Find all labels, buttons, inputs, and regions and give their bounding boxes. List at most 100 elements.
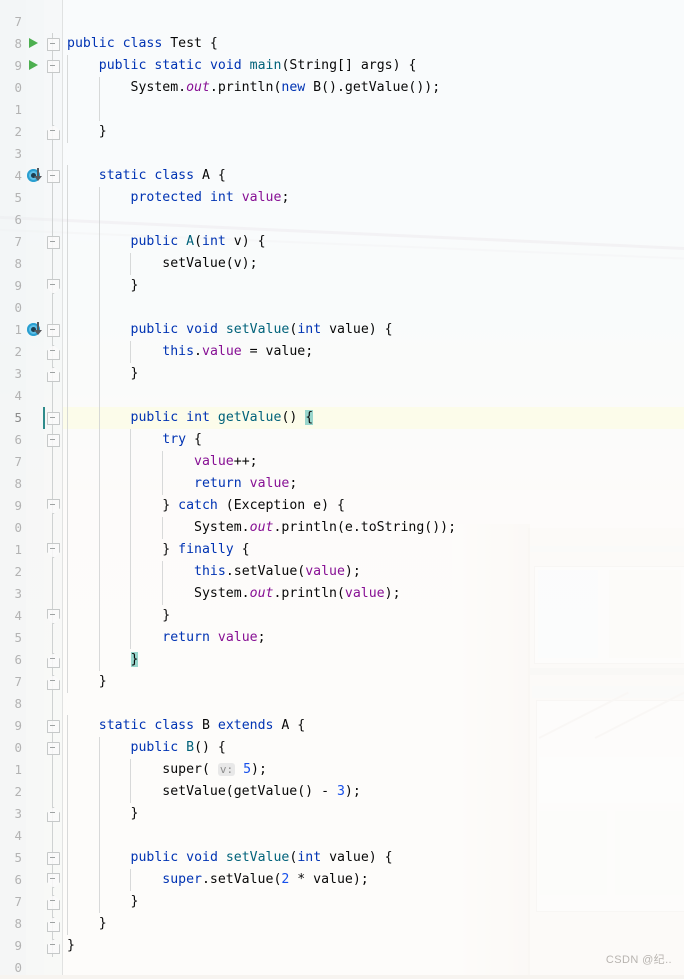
fold-gutter-row[interactable] xyxy=(44,385,62,407)
code-folding-gutter[interactable] xyxy=(43,0,63,975)
code-line[interactable]: } xyxy=(63,605,684,627)
fold-toggle-icon[interactable] xyxy=(47,917,60,932)
code-line[interactable]: } xyxy=(63,803,684,825)
fold-toggle-icon[interactable] xyxy=(47,169,60,183)
fold-toggle-icon[interactable] xyxy=(47,895,60,910)
run-gutter-icon[interactable] xyxy=(26,55,44,77)
code-line[interactable] xyxy=(63,11,684,33)
fold-gutter-row[interactable] xyxy=(44,891,62,913)
code-line[interactable]: System.out.println(new B().getValue()); xyxy=(63,77,684,99)
code-line[interactable]: } xyxy=(63,121,684,143)
fold-gutter-row[interactable] xyxy=(44,99,62,121)
code-line[interactable]: } xyxy=(63,649,684,671)
code-line[interactable]: public A(int v) { xyxy=(63,231,684,253)
code-line[interactable] xyxy=(63,297,684,319)
code-line[interactable] xyxy=(63,143,684,165)
code-line[interactable]: System.out.println(value); xyxy=(63,583,684,605)
fold-gutter-row[interactable] xyxy=(44,209,62,231)
fold-toggle-icon[interactable] xyxy=(47,653,60,668)
fold-gutter-row[interactable] xyxy=(44,649,62,671)
code-line[interactable]: static class A { xyxy=(63,165,684,187)
fold-gutter-row[interactable] xyxy=(44,11,62,33)
fold-toggle-icon[interactable] xyxy=(47,279,60,294)
fold-gutter-row[interactable] xyxy=(44,275,62,297)
code-line[interactable]: setValue(getValue() - 3); xyxy=(63,781,684,803)
fold-gutter-row[interactable] xyxy=(44,935,62,957)
code-line[interactable]: super.setValue(2 * value); xyxy=(63,869,684,891)
fold-gutter-row[interactable] xyxy=(44,297,62,319)
code-line[interactable]: } catch (Exception e) { xyxy=(63,495,684,517)
fold-toggle-icon[interactable] xyxy=(47,345,60,360)
code-line[interactable] xyxy=(63,209,684,231)
code-line[interactable]: } xyxy=(63,891,684,913)
fold-gutter-row[interactable] xyxy=(44,671,62,693)
code-line[interactable]: } xyxy=(63,913,684,935)
code-editor[interactable]: 7 8 9 0 1 2 3 4 5 6 7 8 9 0 1 2 3 4 5 6 7 8 9 0 1 2 3 4 5 6 7 8 9 0 1 2 3 4 5 6… xyxy=(0,0,684,975)
code-line[interactable]: public B() { xyxy=(63,737,684,759)
code-line[interactable]: public void setValue(int value) { xyxy=(63,319,684,341)
code-line[interactable]: public int getValue() { xyxy=(63,407,684,429)
fold-gutter-row[interactable] xyxy=(44,187,62,209)
code-line[interactable]: super( v: 5); xyxy=(63,759,684,781)
code-line[interactable]: public static void main(String[] args) { xyxy=(63,55,684,77)
fold-gutter-row[interactable] xyxy=(44,539,62,561)
code-line[interactable]: public void setValue(int value) { xyxy=(63,847,684,869)
overridden-method-icon[interactable] xyxy=(26,319,44,341)
fold-gutter-row[interactable] xyxy=(44,847,62,869)
arrow-down-icon[interactable] xyxy=(34,168,42,181)
code-line[interactable]: } xyxy=(63,275,684,297)
fold-toggle-icon[interactable] xyxy=(47,939,60,954)
fold-gutter-row[interactable] xyxy=(44,165,62,187)
fold-gutter-row[interactable] xyxy=(44,341,62,363)
fold-gutter-row[interactable] xyxy=(44,517,62,539)
fold-toggle-icon[interactable] xyxy=(47,741,60,755)
fold-gutter-row[interactable] xyxy=(44,33,62,55)
fold-gutter-row[interactable] xyxy=(44,583,62,605)
code-line[interactable]: this.setValue(value); xyxy=(63,561,684,583)
code-line[interactable]: static class B extends A { xyxy=(63,715,684,737)
fold-toggle-icon[interactable] xyxy=(47,719,60,733)
fold-gutter-row[interactable] xyxy=(44,451,62,473)
fold-gutter-row[interactable] xyxy=(44,319,62,341)
run-triangle-icon[interactable] xyxy=(29,38,38,48)
gutter-marker-column[interactable] xyxy=(26,0,44,975)
code-line[interactable]: try { xyxy=(63,429,684,451)
fold-toggle-icon[interactable] xyxy=(47,433,60,447)
fold-gutter-row[interactable] xyxy=(44,693,62,715)
fold-gutter-row[interactable] xyxy=(44,869,62,891)
fold-toggle-icon[interactable] xyxy=(47,235,60,249)
fold-gutter-row[interactable] xyxy=(44,825,62,847)
fold-gutter-row[interactable] xyxy=(44,803,62,825)
fold-gutter-row[interactable] xyxy=(44,253,62,275)
code-line[interactable]: protected int value; xyxy=(63,187,684,209)
fold-gutter-row[interactable] xyxy=(44,143,62,165)
code-line[interactable]: setValue(v); xyxy=(63,253,684,275)
fold-gutter-row[interactable] xyxy=(44,363,62,385)
arrow-down-icon[interactable] xyxy=(34,322,42,335)
fold-gutter-row[interactable] xyxy=(44,121,62,143)
fold-gutter-row[interactable] xyxy=(44,473,62,495)
fold-toggle-icon[interactable] xyxy=(47,543,60,558)
fold-toggle-icon[interactable] xyxy=(47,323,60,337)
run-gutter-icon[interactable] xyxy=(26,33,44,55)
code-line[interactable]: } xyxy=(63,363,684,385)
fold-toggle-icon[interactable] xyxy=(47,609,60,624)
code-line[interactable]: } xyxy=(63,671,684,693)
code-line[interactable]: } xyxy=(63,935,684,957)
fold-gutter-row[interactable] xyxy=(43,407,62,429)
run-triangle-icon[interactable] xyxy=(29,60,38,70)
code-line[interactable] xyxy=(63,957,684,979)
fold-gutter-row[interactable] xyxy=(44,429,62,451)
fold-gutter-row[interactable] xyxy=(44,737,62,759)
code-line[interactable] xyxy=(63,693,684,715)
fold-toggle-icon[interactable] xyxy=(47,675,60,690)
code-line[interactable] xyxy=(63,385,684,407)
code-line[interactable] xyxy=(63,99,684,121)
fold-gutter-row[interactable] xyxy=(44,55,62,77)
fold-toggle-icon[interactable] xyxy=(47,59,60,73)
fold-toggle-icon[interactable] xyxy=(47,807,60,822)
code-line[interactable]: value++; xyxy=(63,451,684,473)
fold-toggle-icon[interactable] xyxy=(47,851,60,865)
fold-toggle-icon[interactable] xyxy=(47,873,60,888)
code-line[interactable] xyxy=(63,825,684,847)
